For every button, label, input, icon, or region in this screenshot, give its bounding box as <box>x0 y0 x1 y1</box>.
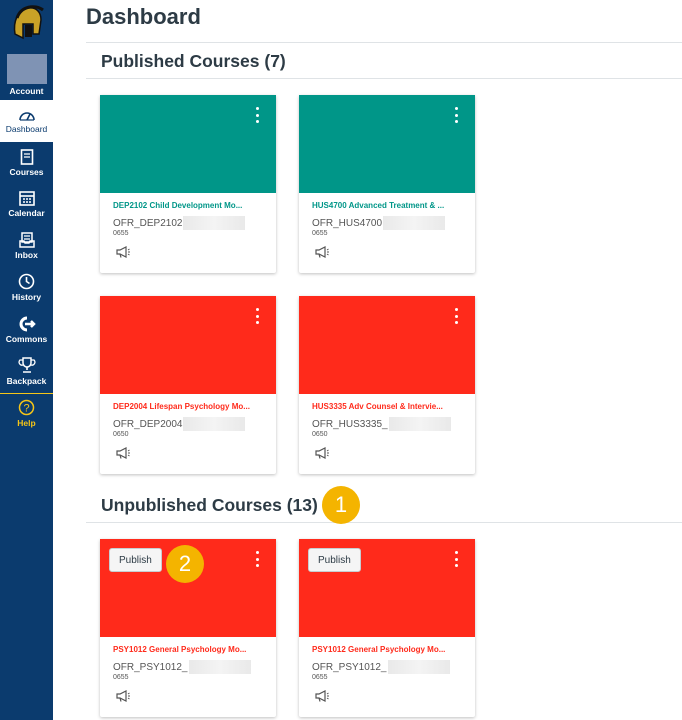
nav-dashboard-label: Dashboard <box>5 124 48 134</box>
course-code: OFR_HUS3335_ <box>312 417 451 431</box>
publish-button[interactable]: Publish <box>308 548 361 572</box>
course-term: 0650 <box>312 431 328 438</box>
nav-help-label: Help <box>17 418 36 428</box>
course-name-link[interactable]: DEP2102 Child Development Mo... <box>113 201 265 210</box>
course-code: OFR_PSY1012_ <box>113 660 251 674</box>
unpublished-divider <box>86 522 682 523</box>
nav-backpack-label: Backpack <box>6 376 47 386</box>
announcements-icon[interactable] <box>315 447 329 459</box>
course-name-link[interactable]: DEP2004 Lifespan Psychology Mo... <box>113 402 265 411</box>
redacted-block <box>183 417 246 431</box>
course-card-hero[interactable] <box>100 296 276 394</box>
announcements-icon[interactable] <box>315 246 329 258</box>
course-card[interactable]: HUS4700 Advanced Treatment & ... OFR_HUS… <box>299 95 475 273</box>
kebab-menu-icon[interactable] <box>451 107 461 123</box>
redacted-block <box>183 216 246 230</box>
course-term: 0655 <box>312 674 328 681</box>
calendar-icon <box>18 184 35 206</box>
help-icon: ? <box>18 394 35 416</box>
kebab-menu-icon[interactable] <box>252 107 262 123</box>
course-term: 0655 <box>312 230 328 237</box>
redacted-block <box>188 660 251 674</box>
svg-text:?: ? <box>23 403 29 415</box>
nav-history-label: History <box>11 292 42 302</box>
nav-courses-label: Courses <box>9 167 44 177</box>
course-card-hero[interactable] <box>299 296 475 394</box>
publish-button[interactable]: Publish <box>109 548 162 572</box>
course-name-link[interactable]: PSY1012 General Psychology Mo... <box>113 645 265 654</box>
dashboard-icon <box>18 100 36 122</box>
spartan-helmet-icon <box>13 5 44 40</box>
course-code-text: OFR_DEP2102 <box>113 217 183 229</box>
nav-calendar-label: Calendar <box>8 208 45 218</box>
announcements-icon[interactable] <box>116 447 130 459</box>
published-divider <box>86 78 682 79</box>
callout-badge-1: 1 <box>322 486 360 524</box>
course-name-link[interactable]: PSY1012 General Psychology Mo... <box>312 645 464 654</box>
kebab-menu-icon[interactable] <box>252 308 262 324</box>
redacted-block <box>388 417 451 431</box>
course-term: 0650 <box>113 431 129 438</box>
course-card-hero[interactable] <box>299 95 475 193</box>
app: Account Dashboard Courses Calendar Inbox <box>0 0 682 720</box>
callout-badge-2: 2 <box>166 545 204 583</box>
nav-calendar[interactable]: Calendar <box>0 184 53 224</box>
course-code: OFR_HUS4700 <box>312 216 446 230</box>
course-term: 0655 <box>113 230 129 237</box>
course-code-text: OFR_PSY1012_ <box>113 661 188 673</box>
unpublished-courses-heading: Unpublished Courses (13) <box>101 495 318 515</box>
course-code-text: OFR_HUS4700 <box>312 217 383 229</box>
book-icon <box>20 143 34 165</box>
commons-icon <box>18 310 36 332</box>
trophy-icon <box>17 352 36 374</box>
announcements-icon[interactable] <box>116 690 130 702</box>
redacted-block <box>387 660 450 674</box>
page-title: Dashboard <box>86 4 201 29</box>
nav-inbox-label: Inbox <box>15 250 38 260</box>
announcements-icon[interactable] <box>315 690 329 702</box>
course-card-hero[interactable] <box>100 95 276 193</box>
nav-commons-label: Commons <box>5 334 48 344</box>
nav-commons[interactable]: Commons <box>0 310 53 350</box>
kebab-menu-icon[interactable] <box>252 551 262 567</box>
course-card[interactable]: HUS3335 Adv Counsel & Intervie... OFR_HU… <box>299 296 475 474</box>
kebab-menu-icon[interactable] <box>451 551 461 567</box>
nav-account[interactable]: Account <box>0 50 53 98</box>
nav-backpack[interactable]: Backpack <box>0 352 53 392</box>
nav-dashboard[interactable]: Dashboard <box>0 100 53 142</box>
course-card[interactable]: Publish PSY1012 General Psychology Mo...… <box>299 539 475 717</box>
announcements-icon[interactable] <box>116 246 130 258</box>
course-name-link[interactable]: HUS4700 Advanced Treatment & ... <box>312 201 464 210</box>
clock-icon <box>18 268 35 290</box>
redacted-block <box>383 216 446 230</box>
nav-account-label: Account <box>9 86 44 96</box>
course-code-text: OFR_DEP2004 <box>113 418 183 430</box>
course-name-link[interactable]: HUS3335 Adv Counsel & Intervie... <box>312 402 464 411</box>
nav-help[interactable]: ? Help <box>0 393 53 435</box>
course-card[interactable]: DEP2102 Child Development Mo... OFR_DEP2… <box>100 95 276 273</box>
course-code-text: OFR_PSY1012_ <box>312 661 387 673</box>
inbox-icon <box>18 226 35 248</box>
nav-courses[interactable]: Courses <box>0 143 53 183</box>
kebab-menu-icon[interactable] <box>451 308 461 324</box>
published-courses-heading: Published Courses (7) <box>101 51 286 71</box>
course-code: OFR_DEP2102 <box>113 216 246 230</box>
course-code: OFR_DEP2004 <box>113 417 246 431</box>
header-divider <box>86 42 682 43</box>
global-nav-sidebar: Account Dashboard Courses Calendar Inbox <box>0 0 53 720</box>
avatar <box>6 54 47 84</box>
course-term: 0655 <box>113 674 129 681</box>
course-code: OFR_PSY1012_ <box>312 660 450 674</box>
school-logo[interactable] <box>0 0 53 48</box>
course-card[interactable]: DEP2004 Lifespan Psychology Mo... OFR_DE… <box>100 296 276 474</box>
nav-inbox[interactable]: Inbox <box>0 226 53 266</box>
nav-history[interactable]: History <box>0 268 53 308</box>
course-code-text: OFR_HUS3335_ <box>312 418 388 430</box>
